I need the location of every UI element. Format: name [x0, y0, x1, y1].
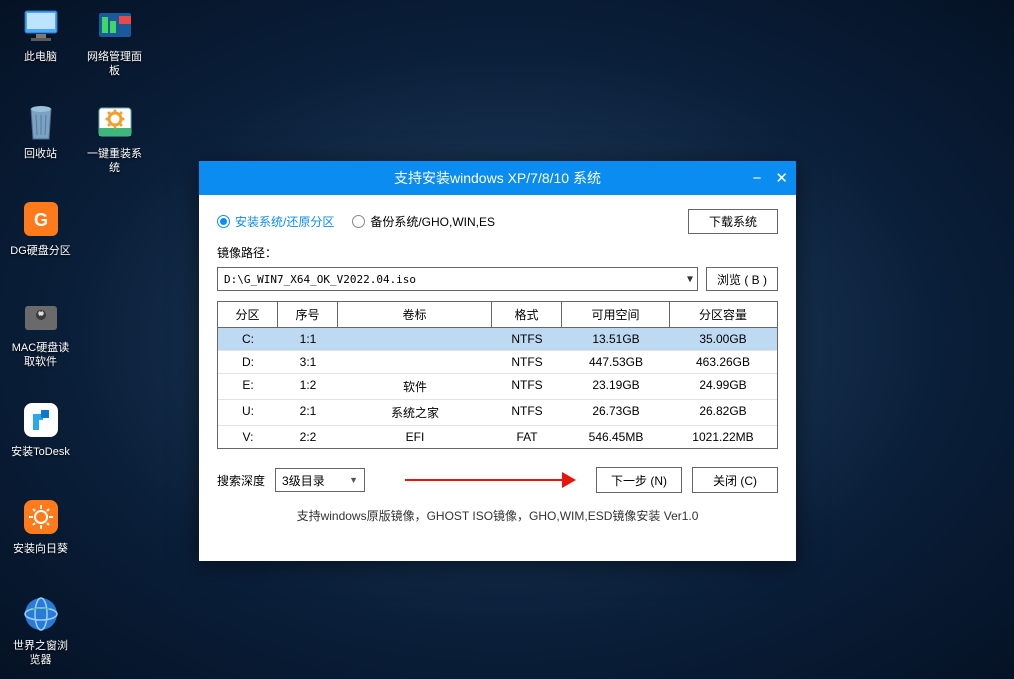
trash-icon	[20, 101, 62, 143]
arrow-annotation	[375, 468, 586, 492]
next-button[interactable]: 下一步 (N)	[596, 467, 682, 493]
desktop-icon-sunflower[interactable]: 安装向日葵	[8, 496, 73, 556]
radio-backup[interactable]: 备份系统/GHO,WIN,ES	[352, 213, 495, 230]
image-path-combo[interactable]: D:\G_WIN7_X64_OK_V2022.04.iso ▼	[217, 267, 698, 291]
chevron-down-icon: ▼	[687, 274, 693, 285]
footer-text: 支持windows原版镜像，GHOST ISO镜像，GHO,WIM,ESD镜像安…	[217, 507, 778, 524]
search-depth-label: 搜索深度	[217, 472, 265, 489]
table-row[interactable]: U:2:1系统之家NTFS26.73GB26.82GB	[218, 400, 777, 426]
monitor-icon	[20, 4, 62, 46]
table-row[interactable]: C:1:1NTFS13.51GB35.00GB	[218, 328, 777, 351]
search-depth-select[interactable]: 3级目录 ▼	[275, 468, 365, 492]
browse-button[interactable]: 浏览 ( B )	[706, 267, 778, 291]
table-row[interactable]: D:3:1NTFS447.53GB463.26GB	[218, 351, 777, 374]
installer-window: 支持安装windows XP/7/8/10 系统 − ✕ 安装系统/还原分区 备…	[199, 161, 796, 561]
table-header: 分区 序号 卷标 格式 可用空间 分区容量	[218, 302, 777, 328]
titlebar[interactable]: 支持安装windows XP/7/8/10 系统 − ✕	[199, 161, 796, 195]
download-system-button[interactable]: 下载系统	[688, 209, 778, 234]
desktop-icon-reinstall[interactable]: 一键重装系统	[82, 101, 147, 175]
desktop-icon-dg-partition[interactable]: G DG硬盘分区	[8, 198, 73, 258]
todesk-icon	[20, 399, 62, 441]
close-icon[interactable]: ✕	[775, 169, 788, 187]
desktop-icon-recycle-bin[interactable]: 回收站	[8, 101, 73, 161]
radio-icon	[217, 215, 230, 228]
desktop-icon-world-browser[interactable]: 世界之窗浏览器	[8, 593, 73, 667]
window-title: 支持安装windows XP/7/8/10 系统	[394, 168, 601, 188]
minimize-icon[interactable]: −	[753, 170, 762, 187]
partition-table: 分区 序号 卷标 格式 可用空间 分区容量 C:1:1NTFS13.51GB35…	[217, 301, 778, 449]
network-panel-icon	[94, 4, 136, 46]
radio-icon	[352, 215, 365, 228]
gear-box-icon	[94, 101, 136, 143]
desktop-icon-network-panel[interactable]: 网络管理面板	[82, 4, 147, 78]
radio-install-restore[interactable]: 安装系统/还原分区	[217, 213, 334, 230]
table-row[interactable]: V:2:2EFIFAT546.45MB1021.22MB	[218, 426, 777, 448]
image-path-label: 镜像路径：	[217, 244, 778, 261]
dg-icon: G	[20, 198, 62, 240]
chevron-down-icon: ▼	[349, 475, 358, 485]
globe-icon	[20, 593, 62, 635]
table-row[interactable]: E:1:2软件NTFS23.19GB24.99GB	[218, 374, 777, 400]
sunflower-icon	[20, 496, 62, 538]
svg-text:G: G	[33, 210, 47, 230]
desktop-icon-this-pc[interactable]: 此电脑	[8, 4, 73, 64]
mac-disk-icon	[20, 295, 62, 337]
close-button[interactable]: 关闭 (C)	[692, 467, 778, 493]
desktop-icon-mac-disk[interactable]: MAC硬盘读取软件	[8, 295, 73, 369]
desktop-icon-todesk[interactable]: 安装ToDesk	[8, 399, 73, 459]
